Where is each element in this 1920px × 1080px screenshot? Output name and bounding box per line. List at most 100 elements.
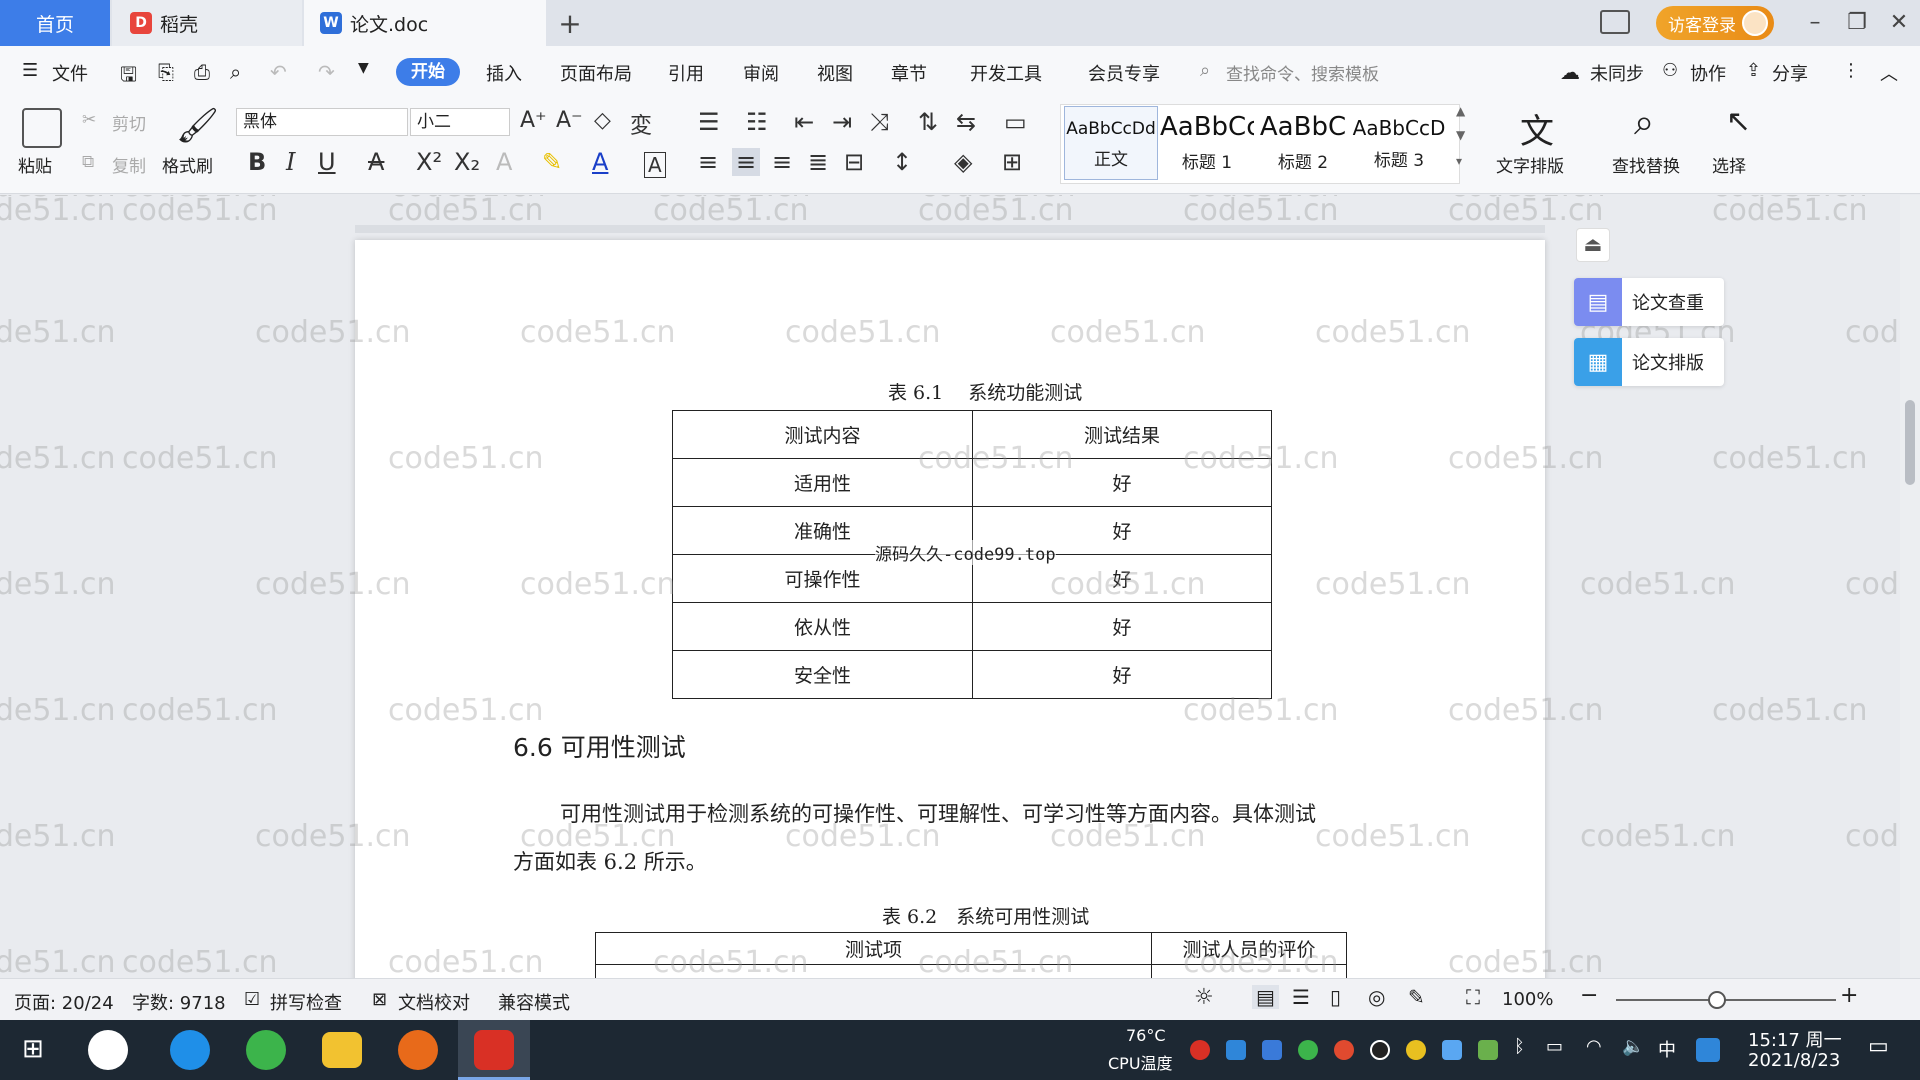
style-heading-2[interactable]: AaBbC 标题 2 xyxy=(1256,106,1350,180)
paragraph-direction-icon[interactable]: ⇆ xyxy=(956,108,976,136)
sort-icon[interactable]: ⇅ xyxy=(918,108,938,136)
restore-button[interactable]: ❐ xyxy=(1842,8,1872,38)
print-icon[interactable]: ⎙ xyxy=(194,60,210,84)
ie-browser-icon[interactable] xyxy=(170,1030,210,1070)
clock-time[interactable]: 15:17 周一 xyxy=(1748,1026,1842,1052)
font-size-select[interactable]: 小二 xyxy=(410,108,510,136)
style-normal[interactable]: AaBbCcDd 正文 xyxy=(1064,106,1158,180)
edit-view-icon[interactable]: ✎ xyxy=(1408,985,1425,1009)
export-pdf-icon[interactable]: ⎘ xyxy=(158,60,174,84)
close-button[interactable]: ✕ xyxy=(1884,8,1914,38)
clock-date[interactable]: 2021/8/23 xyxy=(1748,1050,1840,1071)
chevron-down-icon[interactable]: ▼ xyxy=(358,60,369,76)
tray-app-icon[interactable] xyxy=(1442,1040,1462,1060)
italic-icon[interactable]: I xyxy=(286,148,295,176)
print-preview-icon[interactable]: ⌕ xyxy=(230,60,241,84)
menu-review[interactable]: 审阅 xyxy=(743,60,779,86)
visitor-login-button[interactable]: 访客登录 xyxy=(1656,6,1774,40)
word-count[interactable]: 字数: 9718 xyxy=(132,989,226,1015)
minimize-button[interactable]: – xyxy=(1800,8,1830,38)
justify-icon[interactable]: ≣ xyxy=(808,148,828,176)
tray-app-icon[interactable] xyxy=(1298,1040,1318,1060)
eye-protect-icon[interactable]: ☼ xyxy=(1194,985,1214,1010)
menu-member[interactable]: 会员专享 xyxy=(1088,60,1160,86)
format-painter-button[interactable]: 格式刷 xyxy=(162,152,213,177)
redo-icon[interactable]: ↷ xyxy=(318,60,335,84)
shield-icon[interactable] xyxy=(1262,1040,1282,1060)
style-expand-icon[interactable]: ▾ xyxy=(1456,154,1462,168)
paste-button[interactable]: 粘贴 xyxy=(18,152,52,177)
collapse-ribbon-icon[interactable]: ︿ xyxy=(1880,60,1898,86)
more-options-icon[interactable]: ⋮ xyxy=(1842,60,1860,81)
tab-daoke[interactable]: D 稻壳 xyxy=(112,0,302,46)
line-spacing-icon[interactable]: ↕ xyxy=(892,148,912,176)
menu-start[interactable]: 开始 xyxy=(396,58,460,86)
paper-layout-button[interactable]: ▦ 论文排版 xyxy=(1574,338,1724,386)
tray-app-icon[interactable] xyxy=(1190,1040,1210,1060)
tab-document[interactable]: W 论文.doc xyxy=(304,0,546,46)
volume-icon[interactable]: 🔈 xyxy=(1622,1036,1644,1057)
strikethrough-icon[interactable]: A xyxy=(368,148,384,176)
zoom-in-icon[interactable]: + xyxy=(1840,983,1858,1008)
zoom-slider-handle[interactable] xyxy=(1708,991,1726,1009)
wps-taskbar-item[interactable] xyxy=(458,1020,530,1080)
spell-check-button[interactable]: 拼写检查 xyxy=(270,989,342,1015)
360-browser-icon[interactable] xyxy=(246,1030,286,1070)
notification-icon[interactable]: ▭ xyxy=(1868,1034,1889,1059)
tray-app-icon[interactable] xyxy=(1696,1038,1720,1062)
align-right-icon[interactable]: ≡ xyxy=(772,148,792,176)
bullet-list-icon[interactable]: ☰ xyxy=(698,108,720,136)
app-mascot-icon[interactable] xyxy=(398,1030,438,1070)
style-scroll-up-icon[interactable]: ▲ xyxy=(1456,104,1465,118)
clear-format-icon[interactable]: ◇ xyxy=(594,108,611,133)
wifi-icon[interactable]: ◠ xyxy=(1586,1036,1602,1057)
font-name-select[interactable]: 黑体 xyxy=(236,108,408,136)
find-replace-button[interactable]: 查找替换 xyxy=(1612,152,1680,177)
phonetic-guide-icon[interactable]: 変 xyxy=(630,108,652,140)
text-effect-icon[interactable]: A xyxy=(496,148,512,176)
undo-icon[interactable]: ↶ xyxy=(270,60,287,84)
panel-collapse-button[interactable]: ⏏ xyxy=(1576,228,1610,262)
file-explorer-icon[interactable] xyxy=(322,1032,362,1068)
ime-indicator[interactable]: 中 xyxy=(1658,1036,1676,1062)
style-scroll-down-icon[interactable]: ▼ xyxy=(1456,128,1465,142)
char-border-icon[interactable]: A xyxy=(644,152,666,178)
shading-icon[interactable]: ◈ xyxy=(954,148,972,176)
pinwheel-app-icon[interactable] xyxy=(88,1030,128,1070)
numbered-list-icon[interactable]: ☷ xyxy=(746,108,768,136)
ruler-icon[interactable]: ▭ xyxy=(1004,108,1027,136)
command-search-input[interactable]: 查找命令、搜索模板 xyxy=(1226,60,1379,85)
copy-button[interactable]: 复制 xyxy=(112,152,146,177)
collaborate-button[interactable]: 协作 xyxy=(1690,60,1726,86)
align-left-icon[interactable]: ≡ xyxy=(698,148,718,176)
new-tab-button[interactable]: + xyxy=(552,0,588,46)
menu-file[interactable]: 文件 xyxy=(52,60,88,86)
text-layout-button[interactable]: 文字排版 xyxy=(1496,152,1564,177)
subscript-icon[interactable]: X₂ xyxy=(454,148,480,176)
tab-home[interactable]: 首页 xyxy=(0,0,110,46)
nvidia-icon[interactable] xyxy=(1478,1040,1498,1060)
save-icon[interactable]: 🖫 xyxy=(120,60,137,94)
battery-icon[interactable]: ▭ xyxy=(1546,1036,1563,1057)
qq-icon[interactable] xyxy=(1370,1040,1390,1060)
scrollbar-thumb[interactable] xyxy=(1905,400,1915,485)
zoom-level[interactable]: 100% xyxy=(1502,989,1553,1010)
paper-check-button[interactable]: ▤ 论文查重 xyxy=(1574,278,1724,326)
window-layout-icon[interactable] xyxy=(1600,10,1630,34)
superscript-icon[interactable]: X² xyxy=(416,148,442,176)
shrink-font-icon[interactable]: A⁻ xyxy=(556,108,583,133)
sync-status[interactable]: 未同步 xyxy=(1590,60,1644,86)
menu-chapter[interactable]: 章节 xyxy=(891,60,927,86)
increase-indent-icon[interactable]: ⇥ xyxy=(832,108,852,136)
menu-insert[interactable]: 插入 xyxy=(486,60,522,86)
page-indicator[interactable]: 页面: 20/24 xyxy=(14,989,114,1015)
cut-button[interactable]: 剪切 xyxy=(112,110,146,135)
zoom-slider[interactable] xyxy=(1616,999,1836,1001)
document-page[interactable]: 表 6.1 系统功能测试 测试内容 测试结果 适用性好 准确性好 可操作性好 依… xyxy=(355,240,1545,978)
bluetooth-icon[interactable]: ᛒ xyxy=(1514,1036,1525,1057)
highlight-icon[interactable]: ✎ xyxy=(542,148,562,176)
font-color-icon[interactable]: A xyxy=(592,148,608,176)
proofread-button[interactable]: 文档校对 xyxy=(398,989,470,1015)
chinese-layout-icon[interactable]: ⤨ xyxy=(870,108,889,136)
vertical-scrollbar[interactable] xyxy=(1900,195,1920,978)
